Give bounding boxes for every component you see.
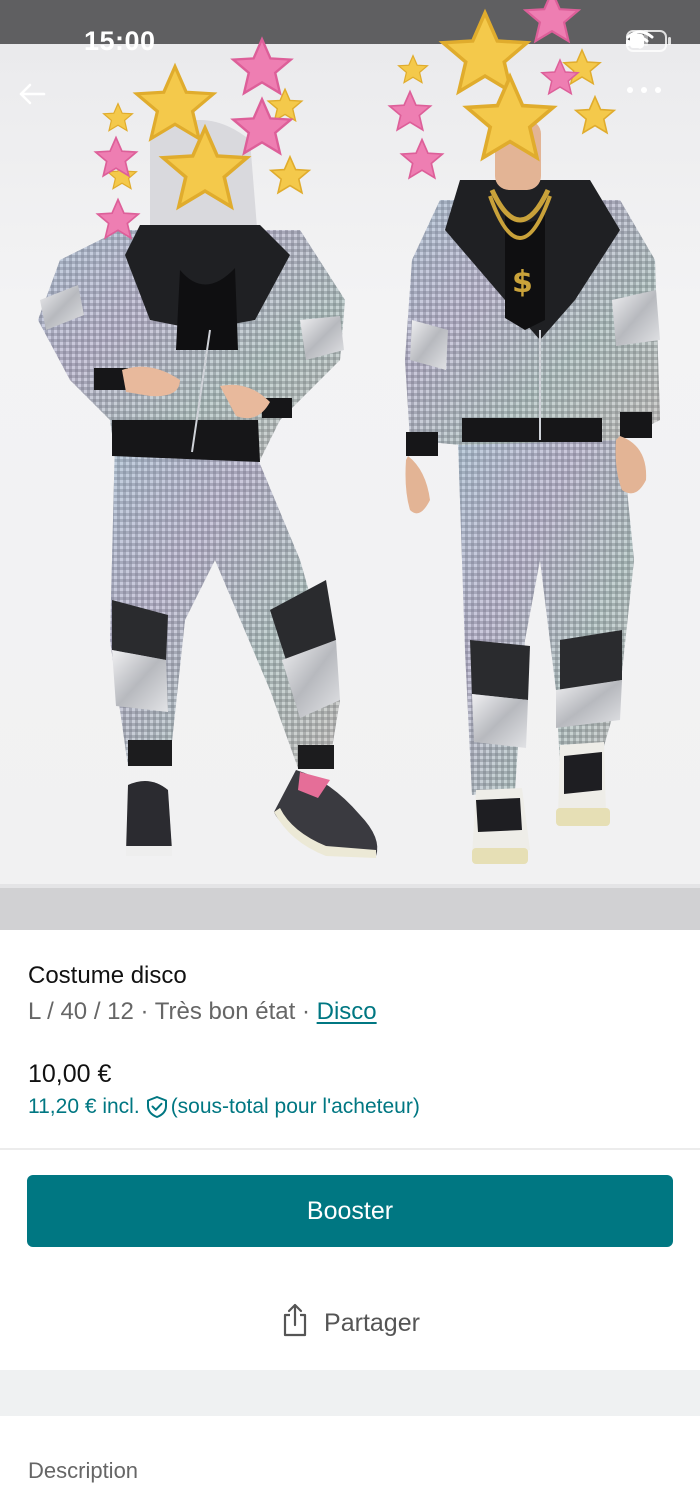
buyer-price: 11,20 € incl. (28, 1095, 140, 1118)
meta-separator: · (133, 998, 155, 1025)
buyer-price-info[interactable]: 11,20 € incl. (sous-total pour l'acheteu… (28, 1095, 420, 1119)
brand-link[interactable]: Disco (317, 998, 377, 1025)
meta-separator: · (295, 998, 317, 1025)
item-price: 10,00 € (28, 1060, 112, 1088)
share-label: Partager (324, 1308, 420, 1337)
status-time: 15:00 (84, 26, 156, 56)
figure-left (38, 120, 378, 858)
costume-illustration: $ (38, 0, 660, 864)
item-size: L / 40 / 12 (28, 998, 134, 1025)
figure-right: $ (405, 120, 660, 864)
back-button[interactable] (18, 82, 74, 138)
section-separator (0, 1370, 700, 1416)
item-condition: Très bon état (154, 998, 296, 1025)
boost-button[interactable]: Booster (27, 1175, 673, 1247)
shield-check-icon (146, 1095, 168, 1119)
divider (0, 1148, 700, 1150)
item-meta: L / 40 / 12 · Très bon état · Disco (28, 998, 377, 1026)
svg-text:$: $ (512, 265, 533, 300)
product-photo[interactable]: $ 15:00 (0, 0, 700, 930)
share-icon (280, 1303, 310, 1344)
share-button[interactable]: Partager (0, 1295, 700, 1351)
item-title: Costume disco (28, 962, 187, 989)
photo-bottom-band (0, 888, 700, 930)
description-label: Description (28, 1458, 139, 1483)
more-options-button[interactable] (626, 86, 682, 142)
buyer-price-note: (sous-total pour l'acheteur) (170, 1095, 420, 1118)
